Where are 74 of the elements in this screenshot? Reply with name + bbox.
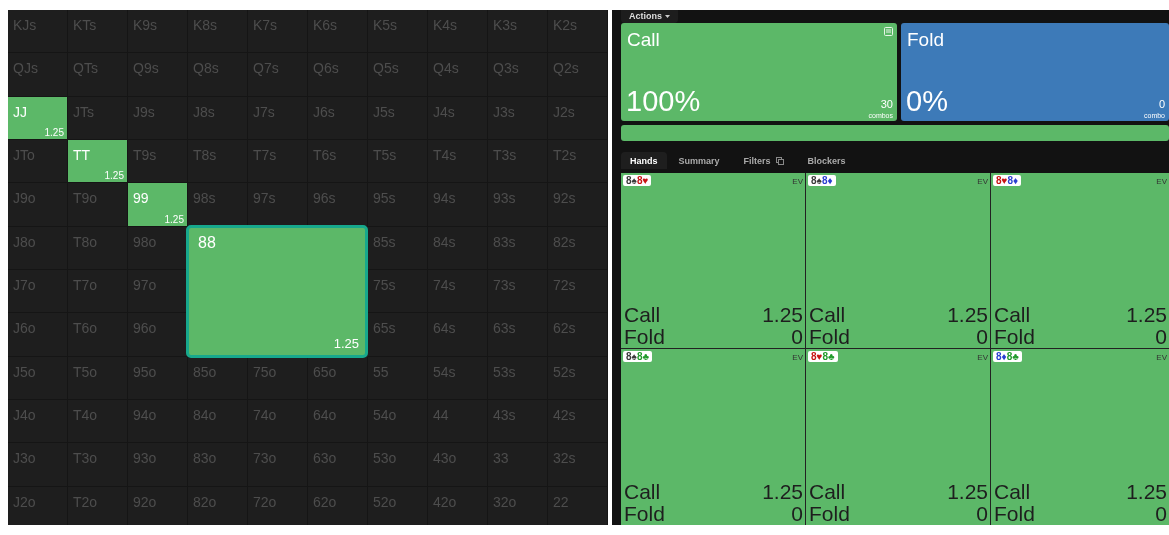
action-name: Call — [624, 304, 661, 327]
action-label: Fold — [907, 28, 944, 51]
hand-label: 88 — [198, 233, 216, 252]
ev-value: 1.25 — [44, 127, 64, 138]
ev-value: 1.25 — [947, 304, 988, 327]
card-label: 8♠ — [626, 351, 637, 363]
panel-tab[interactable]: Summary — [666, 152, 732, 169]
ev-value: 1.25 — [1126, 304, 1167, 327]
card-label: 8♥ — [811, 351, 823, 363]
ev-value: 1.25 — [164, 213, 184, 225]
ev-value: 1.25 — [762, 481, 803, 503]
action-name: Call — [809, 481, 846, 503]
combo-count: 30 — [880, 99, 893, 111]
ev-label: EV — [977, 176, 988, 186]
card-label: 8♦ — [1007, 174, 1019, 186]
action-name: Fold — [624, 326, 665, 349]
card-label: 8♦ — [996, 351, 1007, 363]
action-name: Fold — [624, 503, 665, 525]
panel-tab[interactable]: Filters — [731, 152, 796, 169]
hand-combo-card[interactable]: 8♠8♥ EV Call 1.25 Fold 0 — [621, 172, 805, 349]
ev-label: EV — [792, 176, 803, 186]
hand-combo-card[interactable]: 8♠8♦ EV Call 1.25 Fold 0 — [806, 172, 990, 349]
hand-label: TT — [73, 147, 91, 163]
hand-label: 99 — [133, 190, 149, 207]
hand-combo-card[interactable]: 8♠8♣ EV Call 1.25 Fold 0 — [621, 349, 805, 525]
panel-tab[interactable]: Blockers — [795, 152, 858, 169]
ev-value: 1.25 — [762, 304, 803, 327]
ev-value: 0 — [976, 503, 988, 525]
actions-label: Actions — [629, 11, 662, 22]
card-label: 8♠ — [626, 174, 637, 186]
combo-count: 0 — [1158, 99, 1165, 111]
ev-label: EV — [792, 353, 803, 363]
action-percent: 100% — [626, 85, 701, 119]
ev-label: EV — [1156, 176, 1167, 186]
hand-combo-card[interactable]: 8♦8♣ EV Call 1.25 Fold 0 — [991, 349, 1169, 525]
action-name: Fold — [994, 326, 1035, 349]
caret-icon — [665, 14, 670, 18]
action-percent: 0% — [906, 85, 948, 119]
action-name: Call — [994, 304, 1031, 327]
ev-value: 0 — [1155, 503, 1167, 525]
card-label: 8♥ — [636, 174, 649, 186]
hand-cell[interactable]: JJ 1.25 — [8, 96, 68, 140]
panel-tab[interactable]: Hands — [621, 152, 667, 169]
enlarged-hand-cell[interactable]: 88 1.25 — [186, 224, 368, 358]
ev-value: 0 — [1155, 326, 1167, 349]
card-label: 8♣ — [636, 351, 649, 363]
hand-cell[interactable]: TT 1.25 — [68, 140, 128, 184]
action-name: Fold — [809, 503, 850, 525]
hand-combo-card[interactable]: 8♥8♣ EV Call 1.25 Fold 0 — [806, 349, 990, 525]
ev-label: EV — [977, 353, 988, 363]
hand-combo-card[interactable]: 8♥8♦ EV Call 1.25 Fold 0 — [991, 172, 1169, 349]
ev-value: 1.25 — [104, 170, 124, 182]
card-label: 8♦ — [821, 174, 833, 186]
action-label: Call — [627, 28, 660, 51]
document-icon[interactable] — [884, 26, 893, 36]
card-label: 8♣ — [1006, 351, 1019, 363]
ev-value: 1.25 — [1126, 481, 1167, 503]
ev-value: 0 — [791, 326, 803, 349]
actions-tab[interactable]: Actions — [621, 10, 678, 23]
action-name: Call — [624, 481, 661, 503]
ev-value: 1.25 — [947, 481, 988, 503]
action-name: Fold — [809, 326, 850, 349]
card-label: 8♥ — [996, 174, 1008, 186]
ev-value: 0 — [791, 503, 803, 525]
ev-label: EV — [1156, 353, 1167, 363]
hand-cell[interactable]: 99 1.25 — [128, 183, 188, 227]
ev-value: 1.25 — [333, 335, 359, 351]
ev-value: 0 — [976, 326, 988, 349]
action-name: Call — [809, 304, 846, 327]
action-name: Fold — [994, 503, 1035, 525]
hand-label: JJ — [13, 103, 27, 120]
card-label: 8♣ — [822, 351, 835, 363]
card-label: 8♠ — [811, 174, 822, 186]
action-name: Call — [994, 481, 1031, 503]
